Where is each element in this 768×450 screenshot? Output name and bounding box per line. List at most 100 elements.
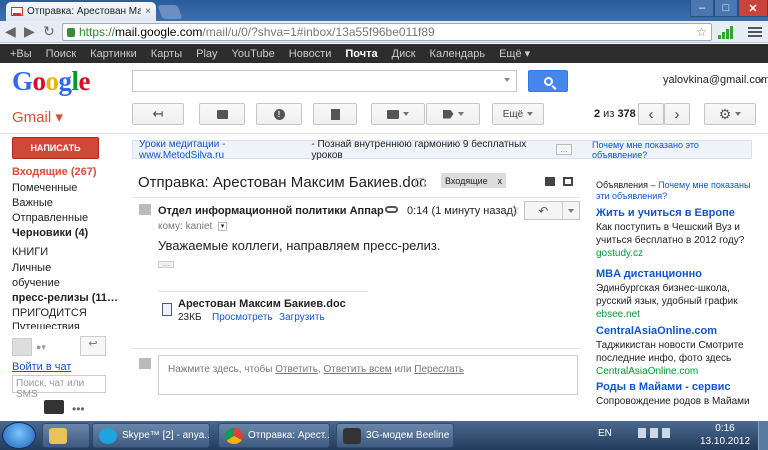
account-dropdown-icon[interactable]	[758, 79, 764, 83]
ad-url[interactable]: gostudy.cz	[596, 248, 643, 259]
folder-item[interactable]: КНИГИ	[12, 246, 48, 258]
gbar-item[interactable]: +Вы	[10, 48, 32, 60]
ad-url[interactable]: ebsee.net	[596, 309, 640, 320]
more-button[interactable]: Ещё	[492, 103, 544, 125]
tab-close-icon[interactable]: ×	[145, 6, 151, 17]
folder-item[interactable]: Личные	[12, 262, 51, 274]
sender-name[interactable]: Отдел информационной политики Аппар	[158, 205, 384, 217]
archive-button[interactable]	[199, 103, 245, 125]
google-logo[interactable]: Google	[12, 66, 91, 97]
gbar-item[interactable]: Диск	[392, 48, 416, 60]
window-minimize-button[interactable]: –	[690, 0, 714, 17]
menu-icon[interactable]	[748, 25, 762, 39]
ad-title[interactable]: CentralAsiaOnline.com	[596, 325, 717, 337]
star-icon[interactable]: ☆	[508, 201, 521, 218]
language-indicator[interactable]: EN	[598, 428, 612, 439]
reply-all-link[interactable]: Ответить всем	[324, 364, 392, 375]
chat-status-icon[interactable]: ●▾	[36, 342, 46, 353]
gbar-item[interactable]: Новости	[289, 48, 332, 60]
search-button[interactable]	[528, 70, 568, 92]
details-dropdown-icon[interactable]: ▾	[218, 222, 227, 231]
folder-item[interactable]: Важные	[12, 197, 53, 209]
browser-tab[interactable]: Отправка: Арестован Мак ×	[6, 2, 156, 21]
account-email[interactable]: yalovkina@gmail.com	[663, 74, 768, 86]
signal-icon[interactable]	[718, 26, 733, 39]
reply-link[interactable]: Ответить	[275, 364, 318, 375]
attachment-download-link[interactable]: Загрузить	[279, 312, 325, 323]
show-trimmed-button[interactable]: …	[158, 261, 174, 268]
gbar-item[interactable]: Play	[196, 48, 217, 60]
gbar-item[interactable]: Почта	[345, 48, 377, 60]
search-options-icon[interactable]	[504, 78, 510, 82]
compose-button[interactable]: НАПИСАТЬ	[12, 137, 99, 159]
delete-button[interactable]	[313, 103, 357, 125]
taskbar-modem-button[interactable]: 3G-модем Beeline	[336, 423, 454, 448]
pager: 2 из 378	[594, 108, 636, 120]
search-input[interactable]	[132, 70, 517, 92]
folder-item[interactable]: Черновики (4)	[12, 227, 88, 239]
labels-button[interactable]	[426, 103, 480, 125]
show-desktop-button[interactable]	[758, 421, 768, 450]
chat-avatar[interactable]	[12, 338, 32, 356]
new-window-icon[interactable]	[563, 177, 573, 186]
back-to-inbox-button[interactable]: ↤	[132, 103, 184, 125]
attachment-view-link[interactable]: Просмотреть	[212, 312, 273, 323]
address-bar[interactable]: https://mail.google.com/mail/u/0/?shva=1…	[62, 23, 712, 41]
ad-description: Сопровождение родов в Майами	[596, 396, 750, 407]
folder-item[interactable]: Помеченные	[12, 182, 77, 194]
taskbar-skype-button[interactable]: Skype™ [2] - anya...	[92, 423, 210, 448]
taskbar-explorer-button[interactable]	[42, 423, 90, 448]
gbar-item[interactable]: Поиск	[46, 48, 76, 60]
quick-reply-box[interactable]: Нажмите здесь, чтобы Ответить, Ответить …	[158, 355, 578, 395]
gbar-item[interactable]: Карты	[151, 48, 182, 60]
chat-signin-link[interactable]: Войти в чат	[12, 361, 71, 373]
clock[interactable]: 0:16 13.10.2012	[700, 422, 750, 448]
folder-item[interactable]: ПРИГОДИТСЯ	[12, 307, 87, 319]
reload-icon[interactable]: ↻	[43, 23, 55, 40]
next-message-button[interactable]: ›	[664, 103, 690, 125]
folder-item[interactable]: пресс-релизы (11…	[12, 292, 118, 304]
print-icon[interactable]	[545, 177, 555, 186]
move-to-button[interactable]	[371, 103, 425, 125]
reply-more-button[interactable]	[561, 202, 579, 219]
folder-item[interactable]: Отправленные	[12, 212, 88, 224]
gbar-item[interactable]: Картинки	[90, 48, 137, 60]
more-dots-icon[interactable]: •••	[72, 402, 85, 416]
folder-item[interactable]: Входящие (267)	[12, 166, 97, 178]
report-spam-button[interactable]: !	[256, 103, 302, 125]
label-tag-icon	[442, 109, 454, 119]
ad-url[interactable]: CentralAsiaOnline.com	[596, 366, 698, 377]
ad-title[interactable]: MBA дистанционно	[596, 268, 702, 280]
ad-more-button[interactable]: …	[556, 144, 572, 155]
recipient-line: кому: kaniet	[158, 221, 213, 232]
folder-item[interactable]: Путешествия	[12, 321, 80, 329]
ad-title[interactable]: Жить и учиться в Европе	[596, 207, 735, 219]
ad-title[interactable]: Роды в Майами - сервис	[596, 381, 730, 393]
ad-why-link[interactable]: Почему мне показано это объявление?	[592, 140, 751, 160]
ad-link[interactable]: Уроки медитации - www.MetodSilva.ru	[139, 139, 307, 161]
window-maximize-button[interactable]: □	[714, 0, 738, 17]
gbar-item[interactable]: Ещё ▾	[499, 47, 530, 60]
important-marker-icon[interactable]	[415, 178, 425, 187]
settings-button[interactable]: ⚙	[704, 103, 756, 125]
chat-search-input[interactable]: Поиск, чат или SMS	[12, 375, 106, 400]
call-phone-button[interactable]: ↩	[80, 336, 106, 356]
bookmark-star-icon[interactable]: ☆	[696, 25, 707, 39]
label-remove-icon[interactable]: x	[498, 176, 503, 186]
taskbar-label: Skype™ [2] - anya...	[122, 430, 210, 441]
gbar-item[interactable]: Календарь	[430, 48, 486, 60]
taskbar-chrome-button[interactable]: Отправка: Арест...	[218, 423, 330, 448]
chat-bubble-icon[interactable]	[44, 400, 64, 414]
window-close-button[interactable]: ✕	[738, 0, 768, 17]
start-button[interactable]	[2, 422, 36, 449]
gmail-menu[interactable]: Gmail ▾	[12, 108, 63, 126]
back-icon[interactable]: ◀	[5, 23, 16, 40]
system-tray[interactable]	[638, 428, 688, 440]
folder-item[interactable]: обучение	[12, 277, 60, 289]
gbar-item[interactable]: YouTube	[232, 48, 275, 60]
forward-link[interactable]: Переслать	[414, 364, 464, 375]
reply-button[interactable]: ↶	[524, 201, 580, 220]
forward-icon[interactable]: ▶	[24, 23, 35, 40]
message-subject: Отправка: Арестован Максим Бакиев.doc	[138, 174, 427, 191]
prev-message-button[interactable]: ‹	[638, 103, 664, 125]
